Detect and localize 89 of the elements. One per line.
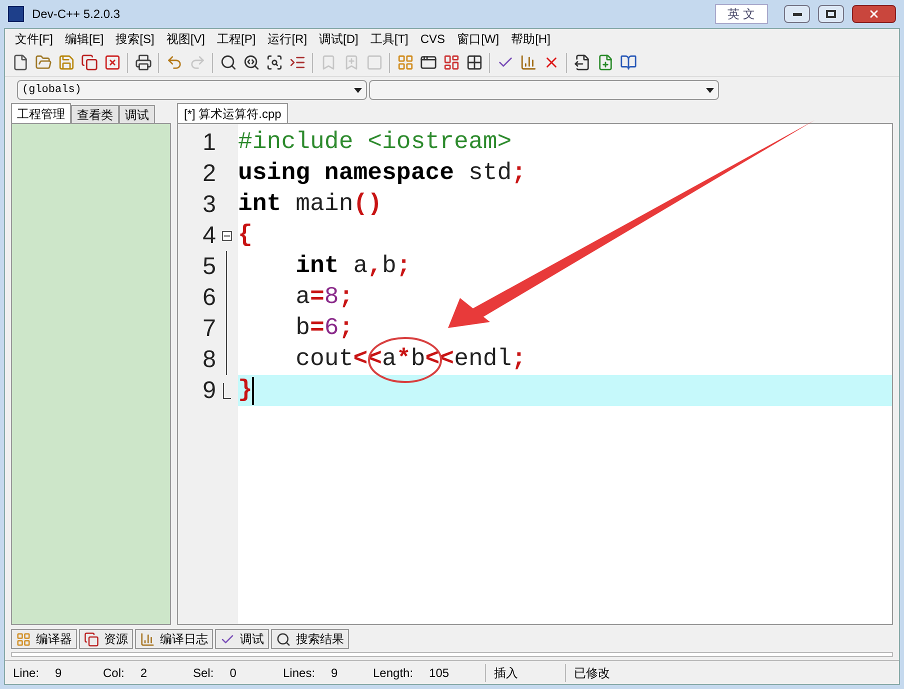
ime-indicator[interactable]: 英 文: [714, 4, 768, 24]
line-number: 4: [202, 220, 216, 250]
status-value: 插入: [494, 664, 518, 682]
dashboard-icon: [442, 54, 460, 71]
status-label: Length:: [373, 664, 414, 682]
menu-item[interactable]: 搜索[S]: [110, 30, 160, 48]
menu-item[interactable]: 编辑[E]: [59, 30, 110, 48]
open-icon: [34, 54, 52, 71]
redo-icon: [188, 54, 206, 71]
menu-item[interactable]: 工具[T]: [364, 30, 414, 48]
window-icon: [420, 54, 436, 71]
output-tab[interactable]: 搜索结果: [271, 629, 349, 649]
file-tab[interactable]: [*] 算术运算符.cpp: [177, 103, 288, 123]
menu-item[interactable]: 调试[D]: [313, 30, 364, 48]
grid-icon: [396, 54, 414, 71]
dropdown[interactable]: [369, 80, 719, 100]
code-line: #include <iostream>: [238, 128, 513, 158]
line-number: 2: [202, 158, 216, 188]
output-tab[interactable]: 编译日志: [135, 629, 213, 649]
minimize-button[interactable]: [784, 5, 810, 23]
output-tab[interactable]: 编译器: [11, 629, 77, 649]
status-value: 9: [331, 664, 338, 682]
stop-icon: [366, 54, 382, 71]
status-value: 0: [230, 664, 236, 682]
print-icon: [134, 54, 152, 71]
code-line: int main(): [238, 190, 384, 220]
maximize-button[interactable]: [818, 5, 844, 23]
line-number: 5: [202, 252, 216, 282]
book-icon: [620, 54, 636, 71]
status-value: 已修改: [574, 664, 610, 682]
maximize-icon: [826, 10, 836, 18]
search-icon: [276, 632, 291, 646]
code-line: using namespace std;: [238, 158, 528, 188]
menu-item[interactable]: CVS: [414, 30, 452, 48]
status-value: 105: [429, 664, 450, 682]
bar-chart-icon: [520, 54, 536, 71]
file-export-icon: [574, 54, 590, 71]
window-title: Dev-C++ 5.2.0.3: [32, 6, 120, 23]
line-number: 1: [202, 128, 216, 158]
code-line: {: [238, 220, 254, 250]
fold-end-icon: [223, 382, 231, 398]
close-file-icon: [104, 54, 120, 71]
status-label: Lines:: [283, 664, 316, 682]
code-line: int a,b;: [294, 252, 412, 282]
grid-icon: [16, 632, 31, 646]
tab[interactable]: 工程管理: [11, 103, 71, 123]
file-add-icon: [596, 54, 614, 71]
app-icon: [8, 6, 24, 22]
menu-item[interactable]: 帮助[H]: [505, 30, 556, 48]
text-cursor: [252, 376, 254, 404]
dropdown[interactable]: (globals): [17, 80, 367, 100]
tab[interactable]: 调试: [119, 105, 155, 123]
dropdown-caret-icon: [706, 88, 714, 92]
code-line: a=8;: [294, 282, 354, 312]
line-number: 6: [202, 282, 216, 312]
menu-item[interactable]: 窗口[W]: [451, 30, 506, 48]
close-button[interactable]: [852, 5, 896, 23]
menu-item[interactable]: 工程[P]: [211, 30, 262, 48]
line-number: 7: [202, 314, 216, 344]
status-value: 9: [55, 664, 62, 682]
indent-icon: [288, 54, 306, 71]
minimize-icon: [792, 12, 802, 16]
output-tab[interactable]: 调试: [215, 629, 269, 649]
status-label: Sel:: [193, 664, 214, 682]
copy-icon: [84, 632, 99, 646]
line-number: 8: [202, 344, 216, 374]
menu-item[interactable]: 视图[V]: [160, 30, 212, 48]
dropdown-caret-icon: [354, 88, 362, 92]
search-next-icon: [266, 54, 282, 71]
code-line: b=6;: [294, 314, 354, 344]
close-icon: [868, 8, 880, 20]
new-file-icon: [12, 54, 28, 71]
status-label: Line:: [13, 664, 40, 682]
line-number: 9: [202, 376, 216, 406]
copy-icon: [80, 54, 98, 71]
status-label: Col:: [103, 664, 124, 682]
grid-icon: [466, 54, 482, 71]
search-replace-icon: [242, 54, 260, 71]
tab[interactable]: 查看类: [71, 105, 119, 123]
output-tab[interactable]: 资源: [79, 629, 133, 649]
fold-minus-icon[interactable]: [222, 230, 232, 240]
menu-item[interactable]: 运行[R]: [262, 30, 314, 48]
search-icon: [220, 54, 236, 71]
undo-icon: [166, 54, 182, 71]
line-number: 3: [202, 190, 216, 220]
save-icon: [58, 54, 74, 71]
bar-chart-icon: [140, 632, 155, 646]
status-value: 2: [140, 664, 148, 682]
menu-item[interactable]: 文件[F]: [9, 30, 59, 48]
